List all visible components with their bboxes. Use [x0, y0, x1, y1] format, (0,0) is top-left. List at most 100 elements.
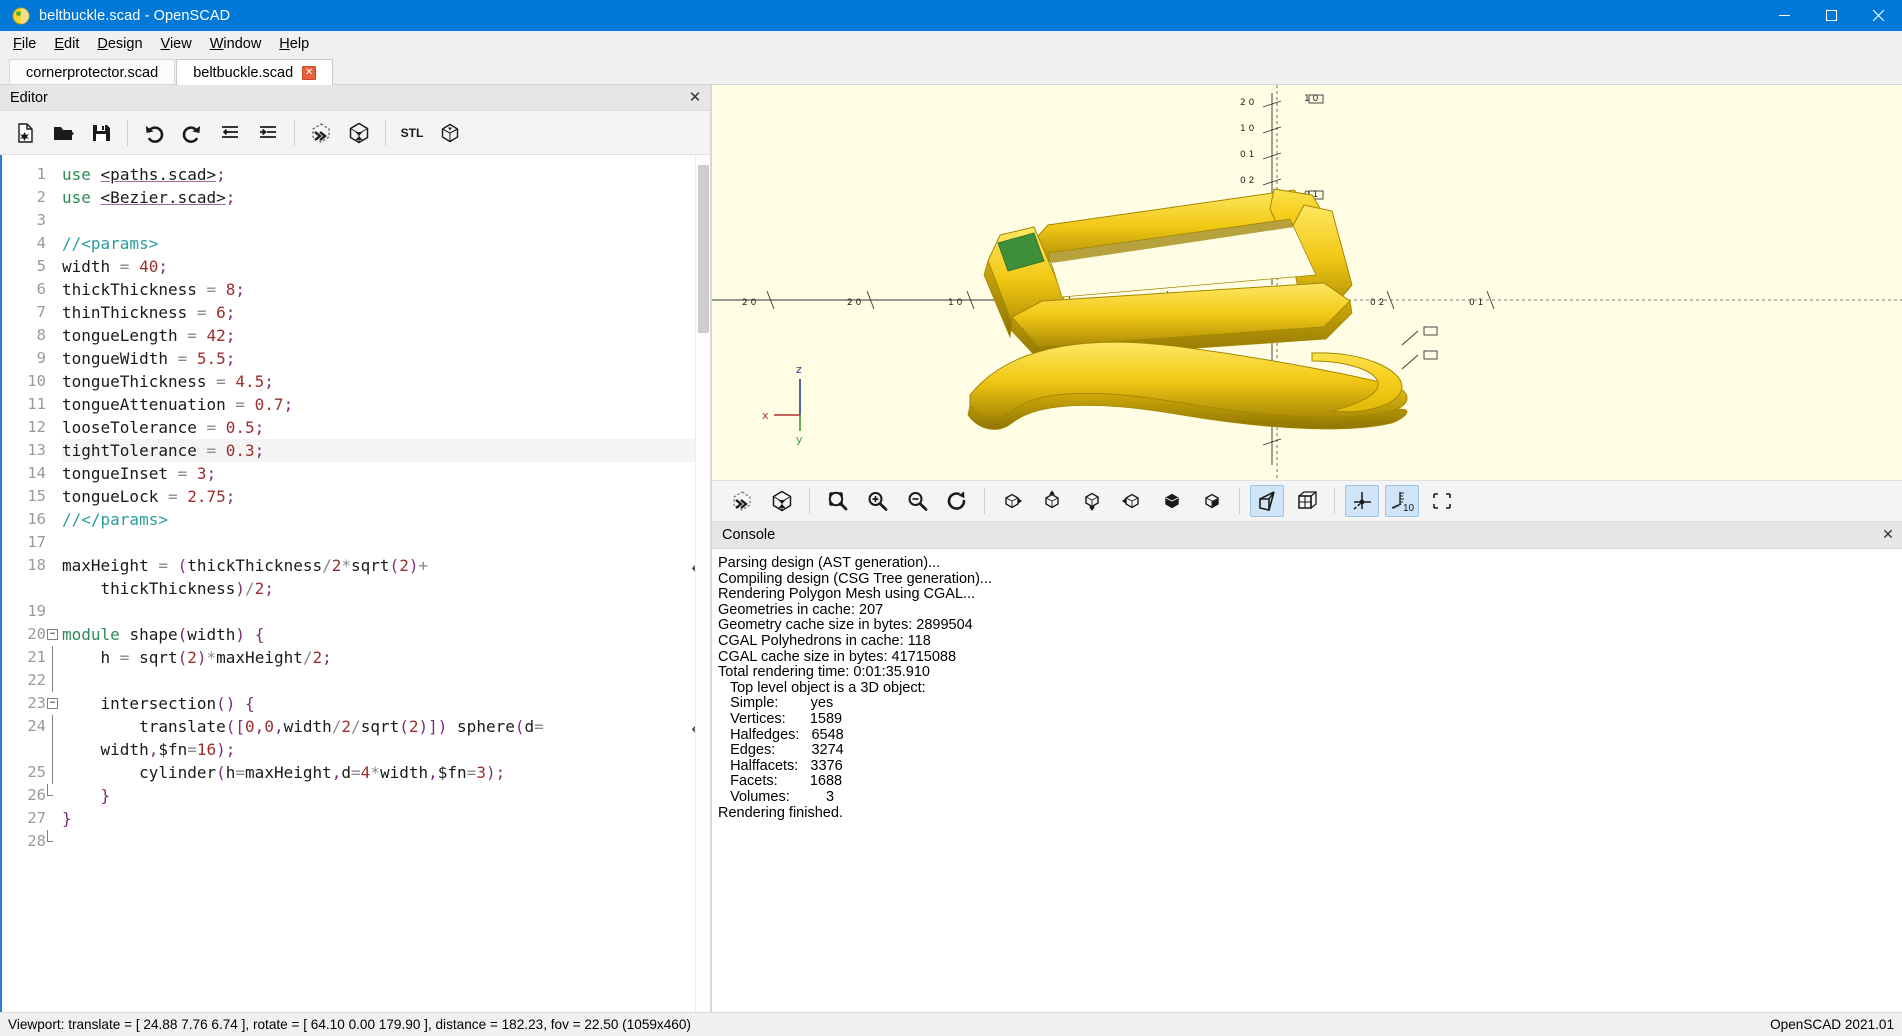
menu-view[interactable]: View	[152, 33, 201, 56]
view-bottom-button[interactable]	[1075, 485, 1109, 517]
editor-scrollbar-thumb[interactable]	[698, 165, 709, 333]
editor-code-line[interactable]: intersection() {	[62, 692, 710, 715]
editor-code-line[interactable]: maxHeight = (thickThickness/2*sqrt(2)+↵	[62, 554, 710, 577]
show-scale-markers-button[interactable]: 10	[1385, 485, 1419, 517]
editor-code-line[interactable]: }	[62, 784, 710, 807]
editor-code-line[interactable]: looseTolerance = 0.5;	[62, 416, 710, 439]
undo-button[interactable]	[137, 116, 171, 150]
editor-code-line[interactable]: h = sqrt(2)*maxHeight/2;	[62, 646, 710, 669]
editor-code-line[interactable]: }	[62, 807, 710, 830]
document-tab-close-icon[interactable]: ✕	[302, 65, 317, 80]
editor-code-line[interactable]: //<params>	[62, 232, 710, 255]
zoom-in-button[interactable]	[860, 485, 894, 517]
zoom-all-button[interactable]	[820, 485, 854, 517]
close-button[interactable]	[1855, 0, 1902, 31]
viewer-render-button[interactable]	[765, 485, 799, 517]
editor-code-line[interactable]: width,$fn=16);	[62, 738, 710, 761]
code-token: sqrt	[139, 648, 178, 667]
editor-vertical-scrollbar[interactable]	[695, 155, 710, 1012]
export-stl-button[interactable]: STL	[395, 116, 429, 150]
editor-code-line[interactable]	[62, 669, 710, 692]
show-axes-button[interactable]	[1345, 485, 1379, 517]
redo-button[interactable]	[175, 116, 209, 150]
code-token: =	[206, 418, 226, 437]
code-token: )	[196, 648, 207, 667]
code-token: tongueInset	[62, 464, 178, 483]
editor-code-line[interactable]: translate([0,0,width/2/sqrt(2)]) sphere(…	[62, 715, 710, 738]
editor-code-line[interactable]: tongueLock = 2.75;	[62, 485, 710, 508]
code-token: thickThickness	[62, 280, 207, 299]
view-front-button[interactable]	[1155, 485, 1189, 517]
editor-code-line[interactable]: tongueThickness = 4.5;	[62, 370, 710, 393]
editor-code-line[interactable]: tongueLength = 42;	[62, 324, 710, 347]
editor-code-column[interactable]: use <paths.scad>; use <Bezier.scad>; //<pa…	[50, 155, 710, 1012]
editor-code-line[interactable]: tongueWidth = 5.5;	[62, 347, 710, 370]
document-tab-cornerprotector[interactable]: cornerprotector.scad	[9, 59, 176, 85]
viewer-console-pane: 2 0 2 0 1 0 0 1 0 2 0 2 0 1	[710, 85, 1902, 1012]
editor-code-line[interactable]: thickThickness = 8;	[62, 278, 710, 301]
render-button[interactable]	[342, 116, 376, 150]
code-editor[interactable]: 1 2 3 4 5 6 7 8 9 10 11 12 13 14 15 16 17 18 19 20−21 22 23−2…	[0, 155, 710, 1012]
editor-code-line[interactable]: use <paths.scad>;	[62, 163, 710, 186]
document-tab-beltbuckle[interactable]: beltbuckle.scad ✕	[176, 59, 334, 85]
editor-code-line[interactable]	[62, 600, 710, 623]
editor-line-number: 25	[2, 761, 53, 784]
maximize-button[interactable]	[1808, 0, 1855, 31]
console-line: CGAL Polyhedrons in cache: 118	[718, 632, 931, 649]
code-token: use	[62, 188, 91, 207]
editor-line-number: 9	[36, 349, 46, 367]
editor-code-line[interactable]	[62, 531, 710, 554]
editor-code-line[interactable]: //</params>	[62, 508, 710, 531]
reset-view-button[interactable]	[940, 485, 974, 517]
zoom-out-button[interactable]	[900, 485, 934, 517]
editor-line-number: 12	[27, 418, 46, 436]
console-dock-close-icon[interactable]: ✕	[1880, 527, 1896, 543]
menu-file-label: F	[13, 36, 22, 52]
editor-code-line[interactable]: width = 40;	[62, 255, 710, 278]
code-token: 0.3	[225, 441, 255, 460]
editor-code-line[interactable]: module shape(width) {	[62, 623, 710, 646]
menu-help[interactable]: Help	[270, 33, 318, 56]
editor-code-line[interactable]: tongueInset = 3;	[62, 462, 710, 485]
editor-code-line[interactable]: use <Bezier.scad>;	[62, 186, 710, 209]
editor-code-line[interactable]: thinThickness = 6;	[62, 301, 710, 324]
save-document-button[interactable]	[84, 116, 118, 150]
editor-code-line[interactable]: tightTolerance = 0.3;	[62, 439, 710, 462]
menu-file[interactable]: File	[4, 33, 45, 56]
indent-button[interactable]	[251, 116, 285, 150]
view-top-button[interactable]	[1035, 485, 1069, 517]
editor-code-line[interactable]	[62, 830, 710, 853]
console-output[interactable]: Parsing design (AST generation)... Compil…	[712, 549, 1902, 1012]
menu-edit[interactable]: Edit	[45, 33, 88, 56]
view-right-button[interactable]	[995, 485, 1029, 517]
3d-viewport[interactable]: 2 0 2 0 1 0 0 1 0 2 0 2 0 1	[712, 85, 1902, 480]
view-back-button[interactable]	[1195, 485, 1229, 517]
new-document-button[interactable]	[8, 116, 42, 150]
console-line: Facets: 1688	[718, 773, 843, 790]
unindent-button[interactable]	[213, 116, 247, 150]
editor-dock-close-icon[interactable]: ✕	[686, 89, 704, 107]
code-token: =	[177, 464, 197, 483]
menu-window[interactable]: Window	[201, 33, 271, 56]
export-amf-button[interactable]	[433, 116, 467, 150]
editor-code-line[interactable]	[62, 209, 710, 232]
code-token: <paths.scad>	[100, 165, 217, 184]
code-token: 0.7	[254, 395, 284, 414]
open-document-button[interactable]	[46, 116, 80, 150]
perspective-view-button[interactable]	[1250, 485, 1284, 517]
menu-design[interactable]: Design	[88, 33, 151, 56]
menu-help-label: H	[279, 36, 290, 52]
preview-button[interactable]	[304, 116, 338, 150]
editor-code-line[interactable]: thickThickness)/2;	[62, 577, 710, 600]
viewer-separator-3	[1239, 488, 1240, 514]
svg-text:2 0: 2 0	[847, 298, 862, 308]
viewer-preview-button[interactable]	[725, 485, 759, 517]
code-token: =	[187, 740, 197, 759]
minimize-button[interactable]	[1761, 0, 1808, 31]
orthogonal-view-button[interactable]	[1290, 485, 1324, 517]
view-left-button[interactable]	[1115, 485, 1149, 517]
show-edges-button[interactable]	[1425, 485, 1459, 517]
editor-code-line[interactable]: tongueAttenuation = 0.7;	[62, 393, 710, 416]
editor-code-line[interactable]: cylinder(h=maxHeight,d=4*width,$fn=3);	[62, 761, 710, 784]
